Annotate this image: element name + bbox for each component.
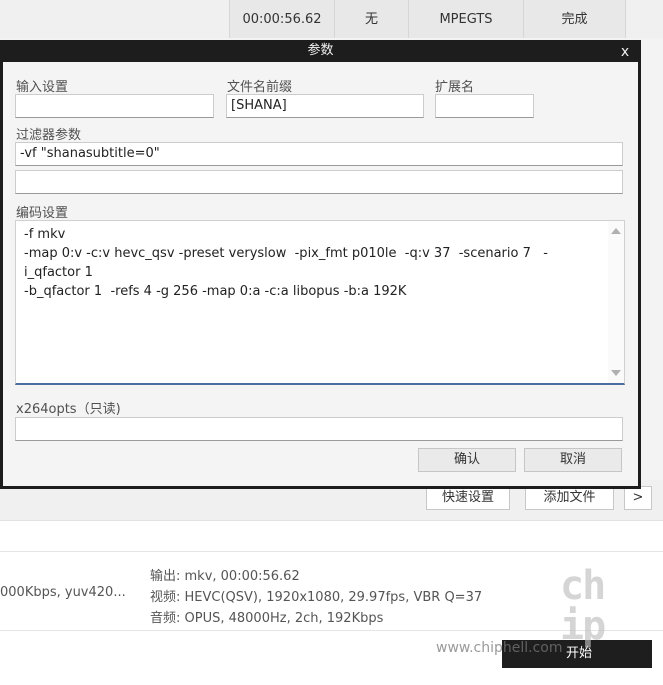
extension-field[interactable] <box>435 94 534 118</box>
chiphell-logo: ch ip <box>560 563 606 649</box>
scroll-up-icon[interactable] <box>611 228 621 234</box>
add-file-button[interactable]: 添加文件 <box>525 486 614 510</box>
task-status-col: 无 <box>334 0 408 38</box>
filename-prefix-field[interactable]: [SHANA] <box>226 94 424 118</box>
task-cell-blank <box>0 0 229 38</box>
scroll-down-icon[interactable] <box>611 370 621 376</box>
filter-label: 过滤器参数 <box>16 128 82 143</box>
filter-field[interactable]: -vf "shanasubtitle=0" <box>15 142 623 166</box>
confirm-button[interactable]: 确认 <box>418 448 516 472</box>
quick-settings-button[interactable]: 快速设置 <box>426 486 510 510</box>
input-settings-field[interactable] <box>15 94 214 118</box>
dialog-title: 参数 <box>307 43 334 58</box>
video-info: 视频: HEVC(QSV), 1920x1080, 29.97fps, VBR … <box>150 590 483 605</box>
output-info: 输出: mkv, 00:00:56.62 <box>150 569 300 584</box>
textarea-scrollbar[interactable] <box>608 221 624 383</box>
cancel-button[interactable]: 取消 <box>524 448 622 472</box>
encode-settings-label: 编码设置 <box>16 206 69 221</box>
filename-prefix-label: 文件名前缀 <box>227 80 293 95</box>
task-cell-end <box>625 0 663 38</box>
watermark-site: www.chiphell.com <box>436 640 563 656</box>
task-row[interactable]: 00:00:56.62 无 MPEGTS 完成 <box>0 0 663 38</box>
encode-settings-text: -f mkv -map 0:v -c:v hevc_qsv -preset ve… <box>24 227 548 299</box>
task-format: MPEGTS <box>408 0 523 38</box>
divider <box>0 551 663 552</box>
params-dialog: 参数 x 输入设置 文件名前缀 [SHANA] 扩展名 过滤器参数 -vf "s… <box>0 40 641 489</box>
x264opts-field[interactable] <box>15 417 623 441</box>
source-info: 000Kbps, yuv420... <box>0 585 126 600</box>
encode-settings-textarea[interactable]: -f mkv -map 0:v -c:v hevc_qsv -preset ve… <box>15 220 625 385</box>
task-duration: 00:00:56.62 <box>229 0 334 38</box>
filter-field-2[interactable] <box>15 170 623 194</box>
dialog-body: 输入设置 文件名前缀 [SHANA] 扩展名 过滤器参数 -vf "shanas… <box>3 62 638 486</box>
x264opts-label: x264opts（只读) <box>16 402 121 417</box>
task-state: 完成 <box>523 0 625 38</box>
close-icon[interactable]: x <box>617 41 633 61</box>
more-button[interactable]: > <box>624 486 652 510</box>
extension-label: 扩展名 <box>435 80 475 95</box>
input-settings-label: 输入设置 <box>16 80 69 95</box>
audio-info: 音频: OPUS, 48000Hz, 2ch, 192Kbps <box>150 611 384 626</box>
